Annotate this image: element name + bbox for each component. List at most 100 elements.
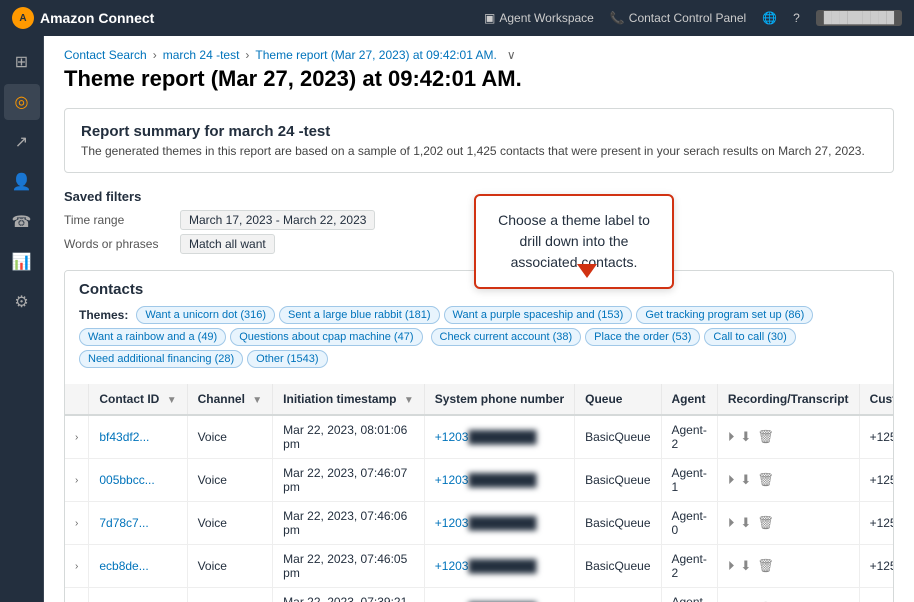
theme-tag-5[interactable]: Questions about cpap machine (47) <box>230 328 422 346</box>
cell-initiation: Mar 22, 2023, 07:39:21 pm <box>273 588 425 602</box>
breadcrumb-sep2: › <box>245 48 249 62</box>
contact-control-btn[interactable]: 📞 Contact Control Panel <box>610 11 746 25</box>
tooltip-text: Choose a theme label to drill down into … <box>498 212 650 270</box>
cell-recording: ⏵ ⬇ 🗑 <box>717 545 859 588</box>
download-icon[interactable]: ⬇ <box>740 429 751 445</box>
download-icon[interactable]: ⬇ <box>740 558 751 574</box>
cell-recording: ⏵ ⬇ 🗑 <box>717 588 859 602</box>
theme-tag-4[interactable]: Want a rainbow and a (49) <box>79 328 226 346</box>
breadcrumb-current: Theme report (Mar 27, 2023) at 09:42:01 … <box>255 48 496 62</box>
sidebar-item-grid[interactable]: ⊞ <box>4 44 40 80</box>
cell-agent: Agent-0 <box>661 502 717 545</box>
col-header-phone[interactable]: System phone number <box>424 384 574 415</box>
col-header-channel[interactable]: Channel ▼ <box>187 384 273 415</box>
sort-icon-contact-id: ▼ <box>167 395 177 406</box>
system-phone[interactable]: +1203 <box>435 559 469 573</box>
sidebar-item-settings[interactable]: ⚙ <box>4 284 40 320</box>
cell-queue: BasicQueue <box>575 588 661 602</box>
phone-blurred: ████████ <box>468 473 536 487</box>
sidebar-item-users[interactable]: 👤 <box>4 164 40 200</box>
contact-id-link[interactable]: 7d78c7... <box>99 516 148 530</box>
contact-id-link[interactable]: ecb8de... <box>99 559 148 573</box>
col-header-initiation[interactable]: Initiation timestamp ▼ <box>273 384 425 415</box>
cell-customer-phone: +1253████████ <box>859 502 894 545</box>
cell-channel: Voice <box>187 415 273 459</box>
download-icon[interactable]: ⬇ <box>740 472 751 488</box>
logo-icon: A <box>12 7 34 29</box>
filter-label-time: Time range <box>64 213 164 227</box>
cell-channel: Voice <box>187 502 273 545</box>
customer-phone: +1253 <box>870 516 894 530</box>
row-expander[interactable]: › <box>65 459 89 502</box>
sidebar-item-nav2[interactable]: ↗ <box>4 124 40 160</box>
customer-phone: +1253 <box>870 430 894 444</box>
cell-queue: BasicQueue <box>575 415 661 459</box>
report-summary-heading: Report summary for march 24 -test <box>81 123 877 140</box>
globe-btn[interactable]: 🌐 <box>762 11 777 25</box>
delete-icon[interactable]: 🗑 <box>757 515 774 531</box>
cell-initiation: Mar 22, 2023, 07:46:07 pm <box>273 459 425 502</box>
delete-icon[interactable]: 🗑 <box>757 472 774 488</box>
sort-icon-channel: ▼ <box>252 395 262 406</box>
sidebar-item-nav1[interactable]: ◎ <box>4 84 40 120</box>
col-header-queue[interactable]: Queue <box>575 384 661 415</box>
row-expander[interactable]: › <box>65 588 89 602</box>
play-icon[interactable]: ⏵ <box>728 429 735 445</box>
table-row: › ecb8de... Voice Mar 22, 2023, 07:46:05… <box>65 545 894 588</box>
table-row: › bf43df2... Voice Mar 22, 2023, 08:01:0… <box>65 415 894 459</box>
play-icon[interactable]: ⏵ <box>728 515 735 531</box>
help-icon: ? <box>793 11 800 25</box>
row-expander[interactable]: › <box>65 545 89 588</box>
col-header-recording[interactable]: Recording/Transcript <box>717 384 859 415</box>
delete-icon[interactable]: 🗑 <box>757 429 774 445</box>
theme-tag-9[interactable]: Need additional financing (28) <box>79 350 243 368</box>
delete-icon[interactable]: 🗑 <box>757 558 774 574</box>
system-phone[interactable]: +1203 <box>435 516 469 530</box>
sidebar-item-analytics[interactable]: 📊 <box>4 244 40 280</box>
user-avatar[interactable]: █████████ <box>816 10 902 26</box>
breadcrumb: Contact Search › march 24 -test › Theme … <box>64 36 894 66</box>
cell-initiation: Mar 22, 2023, 08:01:06 pm <box>273 415 425 459</box>
cell-channel: Voice <box>187 459 273 502</box>
col-header-contact-id[interactable]: Contact ID ▼ <box>89 384 187 415</box>
play-icon[interactable]: ⏵ <box>728 472 735 488</box>
theme-tag-2[interactable]: Want a purple spaceship and (153) <box>444 306 633 324</box>
download-icon[interactable]: ⬇ <box>740 515 751 531</box>
breadcrumb-march24[interactable]: march 24 -test <box>163 48 240 62</box>
table-row: › 005bbcc... Voice Mar 22, 2023, 07:46:0… <box>65 459 894 502</box>
agent-workspace-btn[interactable]: ▣ Agent Workspace <box>484 11 594 25</box>
phone-blurred: ████████ <box>468 559 536 573</box>
globe-icon: 🌐 <box>762 11 777 25</box>
breadcrumb-contact-search[interactable]: Contact Search <box>64 48 147 62</box>
cell-customer-phone: +1253████████ <box>859 588 894 602</box>
contact-id-link[interactable]: bf43df2... <box>99 430 149 444</box>
theme-tag-10[interactable]: Other (1543) <box>247 350 327 368</box>
cell-phone: +1203████████ <box>424 415 574 459</box>
cell-customer-phone: +1253████████ <box>859 415 894 459</box>
play-icon[interactable]: ⏵ <box>728 558 735 574</box>
theme-tag-7[interactable]: Place the order (53) <box>585 328 700 346</box>
system-phone[interactable]: +1203 <box>435 430 469 444</box>
top-nav-right: ▣ Agent Workspace 📞 Contact Control Pane… <box>484 10 902 26</box>
col-header-customer-phone[interactable]: Customer phone number <box>859 384 894 415</box>
table-body: › bf43df2... Voice Mar 22, 2023, 08:01:0… <box>65 415 894 602</box>
theme-tag-6[interactable]: Check current account (38) <box>431 328 582 346</box>
app-logo: A Amazon Connect <box>12 7 154 29</box>
contact-id-link[interactable]: 005bbcc... <box>99 473 154 487</box>
filter-value-words: Match all want <box>180 234 275 254</box>
theme-tag-3[interactable]: Get tracking program set up (86) <box>636 306 813 324</box>
row-expander[interactable]: › <box>65 502 89 545</box>
row-expander[interactable]: › <box>65 415 89 459</box>
system-phone[interactable]: +1203 <box>435 473 469 487</box>
col-header-agent[interactable]: Agent <box>661 384 717 415</box>
help-btn[interactable]: ? <box>793 11 800 25</box>
sort-icon-initiation: ▼ <box>404 395 414 406</box>
theme-tag-0[interactable]: Want a unicorn dot (316) <box>136 306 275 324</box>
theme-tag-8[interactable]: Call to call (30) <box>704 328 795 346</box>
cell-phone: +1203████████ <box>424 502 574 545</box>
cell-agent: Agent-2 <box>661 545 717 588</box>
theme-tag-1[interactable]: Sent a large blue rabbit (181) <box>279 306 439 324</box>
breadcrumb-expand[interactable]: ∨ <box>507 48 516 62</box>
sidebar-item-phone[interactable]: ☎ <box>4 204 40 240</box>
cell-initiation: Mar 22, 2023, 07:46:05 pm <box>273 545 425 588</box>
